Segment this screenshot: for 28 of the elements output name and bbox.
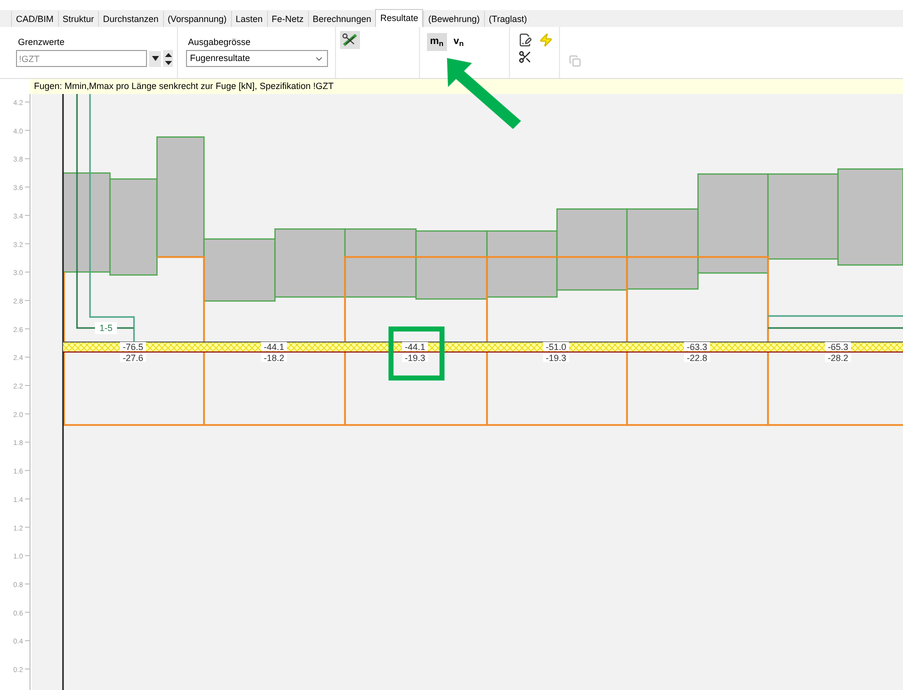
scissors-line-icon[interactable] [340, 31, 360, 49]
result-button[interactable]: v$_{n}$ [450, 33, 467, 51]
value-label: -28.2 [825, 353, 851, 363]
tab[interactable]: Resultate [375, 9, 424, 27]
spinner-icon[interactable] [163, 50, 173, 67]
field-label: Grenzwerte [17, 37, 66, 48]
value-label: -18.2 [261, 353, 287, 363]
field-label: Ausgabegrösse [187, 37, 252, 48]
info-bar: Fugen: Mmin,Mmax pro Länge senkrecht zur Fuge [kN], Spezifikation !GZT [30, 79, 903, 94]
value-label: -19.3 [402, 353, 428, 363]
scissors-icon[interactable] [518, 50, 532, 64]
value-label: -63.3 [684, 342, 710, 352]
value-label: -76.5 [120, 342, 146, 352]
result-button[interactable]: m$_{n}$ [427, 33, 446, 51]
value-label: -51.0 [543, 342, 569, 352]
limit-field[interactable]: !GZT [16, 50, 147, 67]
highlight-frame [388, 326, 444, 380]
value-label: -44.1 [261, 342, 287, 352]
value-label: -22.8 [684, 353, 710, 363]
output-select[interactable]: Fugenresultate [186, 50, 328, 67]
member-label: 1-5 [95, 322, 117, 334]
arrow-icon [445, 56, 523, 131]
dropdown-icon[interactable] [149, 50, 161, 66]
value-label: -19.3 [543, 353, 569, 363]
edit-icon[interactable] [518, 33, 532, 47]
value-label: -27.6 [120, 353, 146, 363]
value-label: -44.1 [402, 342, 428, 352]
value-label: -65.3 [825, 342, 851, 352]
